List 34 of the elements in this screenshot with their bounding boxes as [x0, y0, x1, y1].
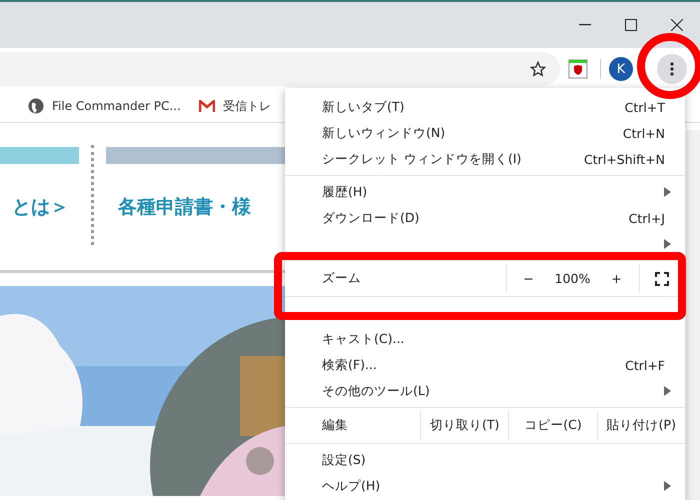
menu-item[interactable]: ダウンロード(D) Ctrl+J: [285, 205, 685, 231]
edit-label: 編集: [321, 416, 349, 434]
edit-action-button[interactable]: 切り取り(T): [420, 411, 508, 440]
zoom-out-button[interactable]: −: [506, 264, 550, 293]
menu-item[interactable]: 履歴(H): [285, 179, 685, 205]
menu-item[interactable]: ヘルプ(H): [285, 473, 685, 499]
highlight-ring: [637, 33, 700, 99]
menu-item[interactable]: キャスト(C)...: [285, 326, 685, 352]
menu-item[interactable]: 検索(F)... Ctrl+F: [285, 352, 685, 378]
nav-link[interactable]: 各種申請書・様: [106, 194, 285, 220]
mail-icon: [198, 100, 215, 112]
zoom-label: ズーム: [321, 269, 362, 287]
bookmark-item[interactable]: 受信トレ: [198, 98, 271, 115]
shield-extension-icon[interactable]: [568, 59, 588, 80]
globe-icon: [28, 98, 44, 114]
minimize-icon: [579, 24, 591, 26]
star-icon[interactable]: [530, 61, 546, 78]
zoom-value: 100%: [554, 271, 592, 286]
menu-item[interactable]: 設定(S): [285, 447, 685, 473]
nav-link[interactable]: とは＞: [0, 194, 79, 220]
menu-item[interactable]: シークレット ウィンドウを開く(I) Ctrl+Shift+N: [285, 146, 685, 172]
fullscreen-icon: [655, 272, 670, 286]
edit-action-button[interactable]: 貼り付け(P): [596, 411, 685, 440]
bookmark-item[interactable]: File Commander PC...: [28, 98, 181, 114]
close-icon: [671, 18, 683, 31]
menu-item[interactable]: その他のツール(L): [285, 378, 685, 404]
menu-button[interactable]: [657, 54, 687, 84]
menu-item[interactable]: 新しいタブ(T) Ctrl+T: [285, 94, 685, 120]
zoom-in-button[interactable]: +: [594, 264, 638, 293]
maximize-icon: [625, 18, 637, 31]
menu-item[interactable]: 新しいウィンドウ(N) Ctrl+N: [285, 120, 685, 146]
more-vertical-icon: [670, 62, 674, 76]
edit-action-button[interactable]: コピー(C): [508, 411, 597, 440]
profile-avatar[interactable]: K: [609, 57, 633, 82]
